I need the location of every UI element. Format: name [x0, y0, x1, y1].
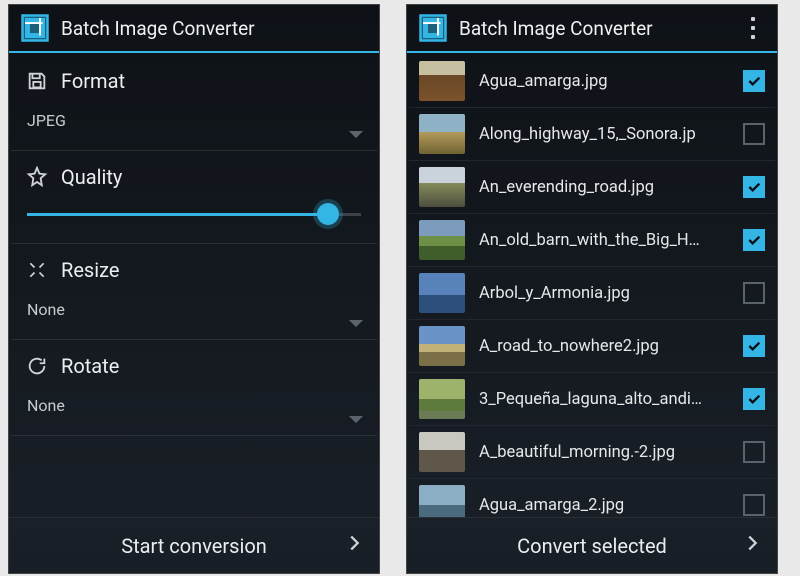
format-section: Format JPEG — [11, 55, 377, 151]
file-row[interactable]: Arbol_y_Armonia.jpg — [409, 267, 775, 320]
slider-fill — [27, 213, 328, 216]
checkbox[interactable] — [743, 70, 765, 92]
file-list[interactable]: Agua_amarga.jpg Along_highway_15,_Sonora.… — [407, 53, 777, 517]
chevron-right-icon — [343, 532, 365, 559]
app-title: Batch Image Converter — [459, 17, 739, 40]
quality-label: Quality — [61, 165, 122, 189]
file-row[interactable]: A_beautiful_morning.-2.jpg — [409, 426, 775, 479]
checkbox[interactable] — [743, 176, 765, 198]
file-row[interactable]: An_everending_road.jpg — [409, 161, 775, 214]
checkbox[interactable] — [743, 494, 765, 516]
resize-spinner[interactable]: None — [25, 294, 363, 331]
file-row[interactable]: An_old_barn_with_the_Big_H… — [409, 214, 775, 267]
app-icon — [19, 12, 51, 44]
quality-section: Quality — [11, 151, 377, 244]
rotate-spinner[interactable]: None — [25, 390, 363, 427]
thumbnail — [419, 273, 465, 313]
checkbox[interactable] — [743, 441, 765, 463]
chevron-right-icon — [741, 532, 763, 559]
checkbox[interactable] — [743, 282, 765, 304]
file-name: Arbol_y_Armonia.jpg — [479, 284, 743, 303]
file-row[interactable]: Agua_amarga.jpg — [409, 55, 775, 108]
app-title: Batch Image Converter — [61, 17, 369, 40]
save-icon — [25, 69, 49, 93]
quality-slider[interactable] — [25, 201, 363, 235]
file-name: 3_Pequeña_laguna_alto_andi… — [479, 390, 743, 409]
file-row[interactable]: Along_highway_15,_Sonora.jp — [409, 108, 775, 161]
settings-screen: Batch Image Converter Format JPEG — [8, 4, 380, 574]
thumbnail — [419, 220, 465, 260]
rotate-label: Rotate — [61, 354, 119, 378]
file-name: Agua_amarga_2.jpg — [479, 496, 743, 515]
file-name: Agua_amarga.jpg — [479, 72, 743, 91]
rotate-icon — [25, 354, 49, 378]
file-name: Along_highway_15,_Sonora.jp — [479, 125, 743, 144]
file-row[interactable]: 3_Pequeña_laguna_alto_andi… — [409, 373, 775, 426]
resize-section: Resize None — [11, 244, 377, 340]
file-row[interactable]: A_road_to_nowhere2.jpg — [409, 320, 775, 373]
checkbox[interactable] — [743, 335, 765, 357]
format-header: Format — [25, 69, 363, 93]
collapse-icon — [25, 258, 49, 282]
file-name: An_old_barn_with_the_Big_H… — [479, 231, 743, 250]
settings-content: Format JPEG Quality — [9, 53, 379, 517]
checkbox[interactable] — [743, 123, 765, 145]
app-icon — [417, 12, 449, 44]
thumbnail — [419, 432, 465, 472]
overflow-menu-button[interactable] — [739, 17, 767, 39]
thumbnail — [419, 114, 465, 154]
start-conversion-label: Start conversion — [121, 534, 267, 558]
checkbox[interactable] — [743, 229, 765, 251]
slider-thumb[interactable] — [317, 203, 339, 225]
file-name: An_everending_road.jpg — [479, 178, 743, 197]
thumbnail — [419, 326, 465, 366]
resize-header: Resize — [25, 258, 363, 282]
thumbnail — [419, 167, 465, 207]
quality-header: Quality — [25, 165, 363, 189]
format-spinner[interactable]: JPEG — [25, 105, 363, 142]
file-list-screen: Batch Image Converter Agua_amarga.jpg Alo… — [406, 4, 778, 574]
thumbnail — [419, 61, 465, 101]
titlebar: Batch Image Converter — [407, 5, 777, 53]
rotate-header: Rotate — [25, 354, 363, 378]
format-label: Format — [61, 69, 125, 93]
rotate-section: Rotate None — [11, 340, 377, 436]
resize-label: Resize — [61, 258, 120, 282]
thumbnail — [419, 485, 465, 517]
convert-selected-label: Convert selected — [517, 534, 667, 558]
thumbnail — [419, 379, 465, 419]
star-icon — [25, 165, 49, 189]
checkbox[interactable] — [743, 388, 765, 410]
convert-selected-button[interactable]: Convert selected — [407, 517, 777, 573]
start-conversion-button[interactable]: Start conversion — [9, 517, 379, 573]
file-name: A_road_to_nowhere2.jpg — [479, 337, 743, 356]
file-row[interactable]: Agua_amarga_2.jpg — [409, 479, 775, 517]
titlebar: Batch Image Converter — [9, 5, 379, 53]
file-name: A_beautiful_morning.-2.jpg — [479, 443, 743, 462]
